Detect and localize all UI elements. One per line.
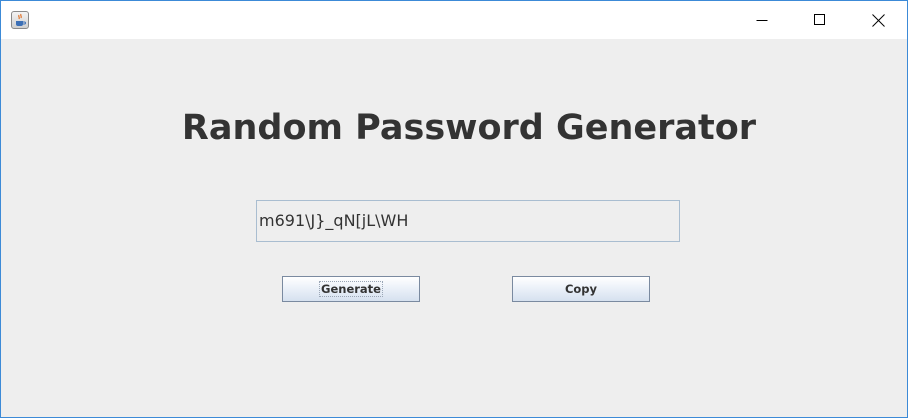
- page-title: Random Password Generator: [181, 108, 757, 148]
- title-bar[interactable]: [1, 1, 907, 39]
- close-button[interactable]: [855, 1, 901, 39]
- maximize-icon: [814, 14, 825, 25]
- minimize-button[interactable]: [739, 1, 785, 39]
- copy-button-label: Copy: [564, 282, 598, 296]
- copy-button[interactable]: Copy: [512, 276, 650, 302]
- minimize-icon: [756, 20, 768, 21]
- generate-button[interactable]: Generate: [282, 276, 420, 302]
- generate-button-label: Generate: [319, 281, 383, 297]
- app-window: Random Password Generator m691\J}_qN[jL\…: [0, 0, 908, 418]
- maximize-button[interactable]: [797, 1, 843, 39]
- close-icon: [871, 13, 885, 27]
- java-coffee-icon[interactable]: [11, 11, 29, 29]
- content-panel: Random Password Generator m691\J}_qN[jL\…: [1, 39, 907, 417]
- password-field[interactable]: m691\J}_qN[jL\WH: [256, 200, 680, 242]
